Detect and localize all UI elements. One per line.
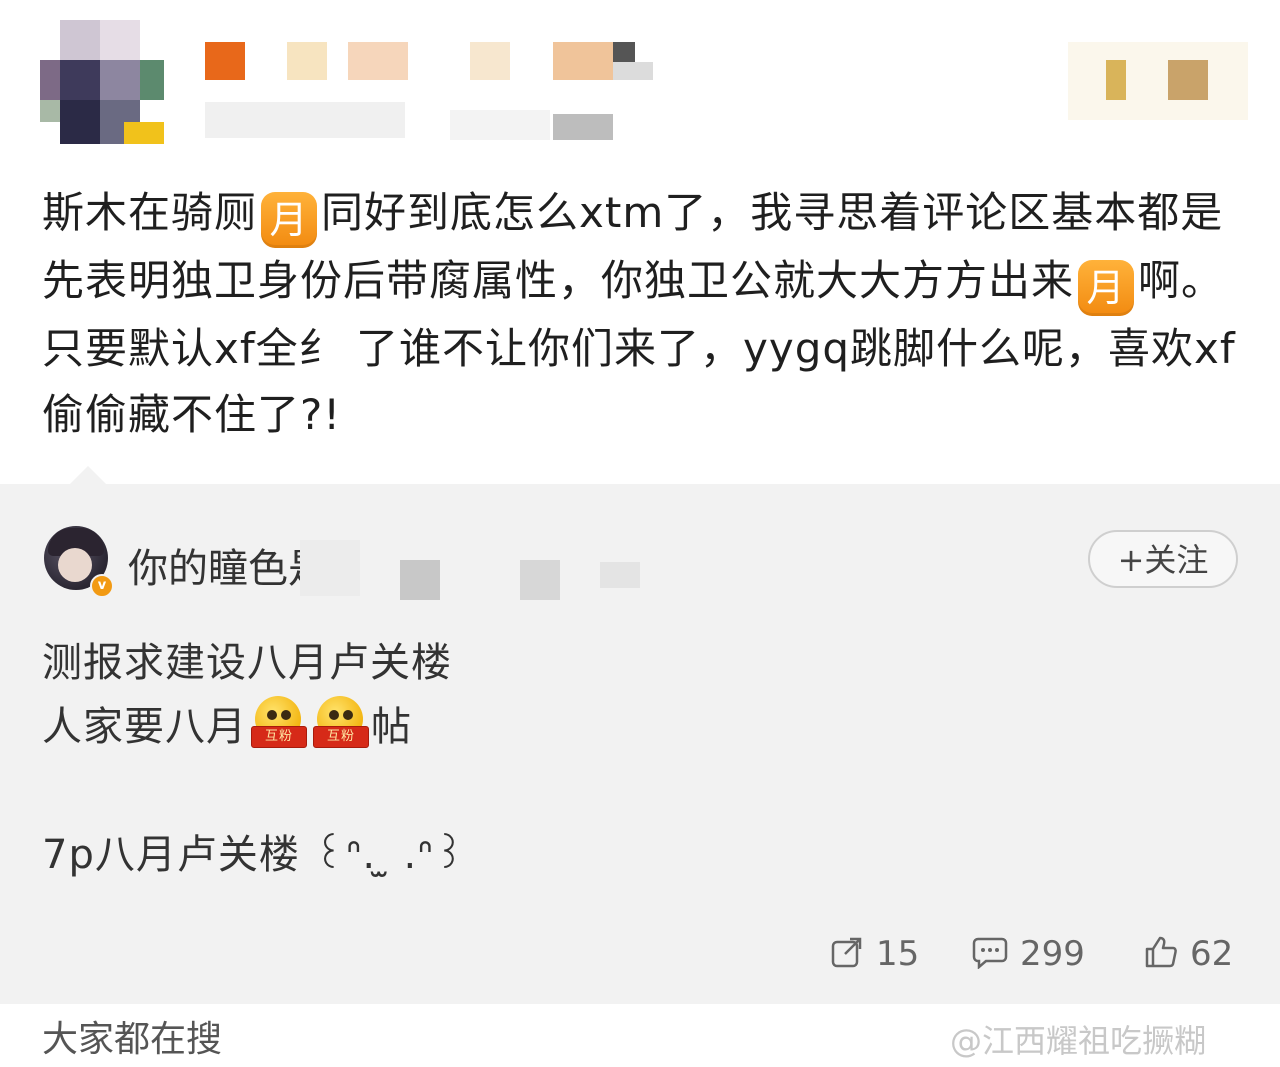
comment-count: 299 xyxy=(1020,934,1085,974)
quoted-line-2-prefix: 人家要八月 xyxy=(42,704,247,750)
hufen-emoji: 互粉 xyxy=(313,696,369,750)
quoted-line-3: 7p八月卢关楼 ꒰ᐢ. ̫ .ᐢ꒱ xyxy=(42,832,467,878)
quoted-line-1: 测报求建设八月卢关楼 xyxy=(42,640,452,686)
comment-action[interactable]: 299 xyxy=(972,934,1085,978)
post-text-part-1: 斯木在骑厕 xyxy=(42,188,258,237)
repost-action[interactable]: 15 xyxy=(830,934,919,978)
thumbs-up-icon xyxy=(1144,935,1178,978)
repost-count: 15 xyxy=(876,934,920,974)
post-text: 斯木在骑厕月同好到底怎么xtm了，我寻思着评论区基本都是先表明独卫身份后带腐属性… xyxy=(42,180,1242,448)
trending-search-label[interactable]: 大家都在搜 xyxy=(42,1010,222,1062)
comment-icon xyxy=(972,935,1008,978)
watermark: @江西耀祖吃撅糊 xyxy=(950,1022,1207,1060)
repost-icon xyxy=(830,935,864,978)
moon-emoji: 月 xyxy=(1078,260,1135,316)
like-count: 62 xyxy=(1190,934,1234,974)
hufen-tag: 互粉 xyxy=(251,726,307,748)
quoted-username[interactable]: 你的瞳色是 xyxy=(128,536,328,594)
verified-badge-icon: v xyxy=(90,574,114,598)
like-action[interactable]: 62 xyxy=(1144,934,1233,978)
quoted-line-2-suffix: 帖 xyxy=(371,704,412,750)
censored-username xyxy=(300,540,360,596)
follow-button[interactable]: +关注 xyxy=(1088,530,1238,588)
hufen-tag: 互粉 xyxy=(313,726,369,748)
quote-pointer xyxy=(68,466,108,486)
quoted-line-2: 人家要八月 互粉 互粉帖 xyxy=(42,694,412,752)
hufen-emoji: 互粉 xyxy=(251,696,307,750)
censored-avatar xyxy=(40,20,164,144)
moon-emoji: 月 xyxy=(261,192,318,248)
